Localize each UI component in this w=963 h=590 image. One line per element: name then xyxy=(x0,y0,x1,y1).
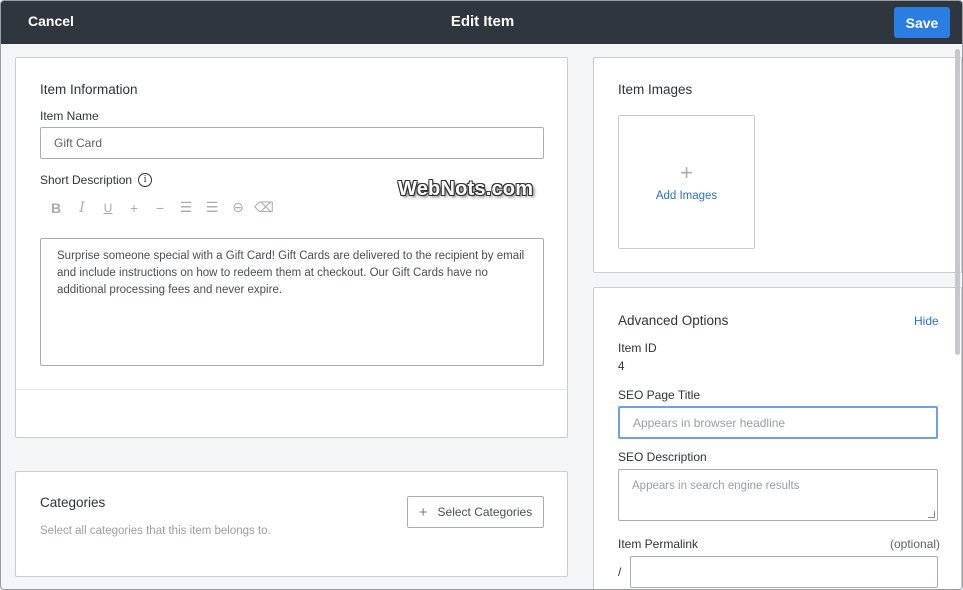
categories-card: Categories Select all categories that th… xyxy=(15,471,568,577)
italic-button[interactable]: I xyxy=(69,200,95,216)
top-bar: Cancel Edit Item Save xyxy=(1,1,962,44)
item-information-heading: Item Information xyxy=(40,82,138,97)
short-description-label: Short Description i xyxy=(40,173,153,187)
seo-description-placeholder: Appears in search engine results xyxy=(632,480,800,492)
resize-handle-icon[interactable] xyxy=(928,511,935,518)
categories-hint: Select all categories that this item bel… xyxy=(40,525,271,537)
item-name-input[interactable]: Gift Card xyxy=(40,127,544,159)
cancel-button[interactable]: Cancel xyxy=(28,13,74,29)
hide-link[interactable]: Hide xyxy=(914,314,939,328)
advanced-options-card: Advanced Options Hide Item ID 4 SEO Page… xyxy=(593,287,962,589)
item-images-heading: Item Images xyxy=(618,82,693,97)
increase-button[interactable]: + xyxy=(121,200,147,216)
seo-title-placeholder: Appears in browser headline xyxy=(633,415,786,430)
permalink-label: Item Permalink xyxy=(618,537,699,551)
item-name-value: Gift Card xyxy=(54,136,103,150)
item-id-value: 4 xyxy=(618,361,625,373)
permalink-optional: (optional) xyxy=(890,537,941,551)
item-information-card: Item Information Item Name Gift Card Sho… xyxy=(15,57,568,438)
page-title: Edit Item xyxy=(450,13,515,30)
scrollbar[interactable] xyxy=(955,49,960,355)
add-images-tile[interactable]: + Add Images xyxy=(618,115,755,249)
permalink-input[interactable] xyxy=(630,556,938,588)
select-categories-button[interactable]: + Select Categories xyxy=(407,496,544,528)
save-button[interactable]: Save xyxy=(894,7,950,38)
seo-title-input[interactable]: Appears in browser headline xyxy=(618,406,938,439)
underline-button[interactable]: U xyxy=(95,201,121,215)
item-name-label: Item Name xyxy=(40,109,99,123)
add-icon: + xyxy=(680,160,693,185)
permalink-prefix: / xyxy=(618,565,622,579)
advanced-options-heading: Advanced Options xyxy=(618,313,729,328)
eraser-icon[interactable]: ⌫ xyxy=(251,199,277,216)
seo-description-textarea[interactable]: Appears in search engine results xyxy=(618,469,938,521)
bold-button[interactable]: B xyxy=(43,200,69,216)
seo-title-label: SEO Page Title xyxy=(618,388,701,402)
plus-icon: + xyxy=(418,503,428,521)
seo-description-label: SEO Description xyxy=(618,450,707,464)
link-icon[interactable]: ⊖ xyxy=(225,199,251,216)
description-editor[interactable]: Surprise someone special with a Gift Car… xyxy=(40,238,544,366)
add-images-label: Add Images xyxy=(655,190,718,202)
decrease-button[interactable]: − xyxy=(147,200,173,216)
description-text: Surprise someone special with a Gift Car… xyxy=(57,250,525,296)
card-divider xyxy=(16,389,567,390)
bullet-list-icon[interactable]: ☰ xyxy=(199,199,225,216)
item-id-label: Item ID xyxy=(618,341,657,355)
watermark-logo: WebNots.com xyxy=(398,178,534,200)
numbered-list-icon[interactable]: ☰ xyxy=(173,199,199,216)
formatting-toolbar: B I U + − ☰ ☰ ⊖ ⌫ xyxy=(43,199,277,216)
categories-heading: Categories xyxy=(40,495,106,510)
select-categories-label: Select Categories xyxy=(437,505,533,519)
edit-item-window: Cancel Edit Item Save Item Information I… xyxy=(0,0,963,590)
short-description-label-text: Short Description xyxy=(40,173,133,187)
info-icon[interactable]: i xyxy=(138,173,153,187)
item-images-card: Item Images + Add Images xyxy=(593,57,962,273)
